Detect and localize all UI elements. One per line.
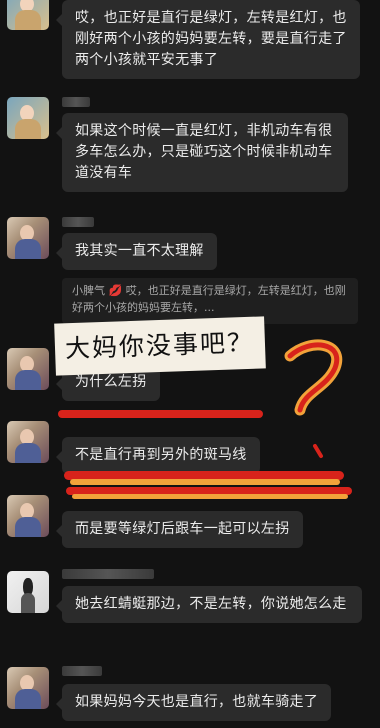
message-bubble[interactable]: 而是要等绿灯后跟车一起可以左拐 [56, 511, 303, 548]
avatar[interactable] [7, 421, 49, 463]
avatar[interactable] [7, 667, 49, 709]
heart-lips-icon: 💋 [108, 284, 123, 297]
sender-name [62, 666, 102, 676]
message-bubble[interactable]: 她去红蜻蜓那边，不是左转，你说她怎么走 [56, 586, 362, 623]
message-bubble[interactable]: 不是直行再到另外的斑马线 [56, 437, 260, 474]
red-underline-scribble [58, 410, 263, 418]
avatar[interactable] [7, 495, 49, 537]
avatar[interactable] [7, 97, 49, 139]
quote-sender: 小脾气 [72, 284, 105, 297]
sender-name [62, 217, 94, 227]
avatar[interactable] [7, 571, 49, 613]
orange-underline-scribble [72, 494, 348, 499]
quoted-message[interactable]: 小脾气 💋 哎，也正好是直行是绿灯，左转是红灯，也刚好两个小孩的妈妈要左转，..… [62, 278, 358, 324]
message-bubble[interactable]: 如果妈妈今天也是直行，也就车骑走了 [55, 684, 332, 721]
handwritten-annotation: 大妈你没事吧？ [54, 316, 266, 376]
avatar[interactable] [7, 217, 49, 259]
message-bubble[interactable]: 我其实一直不太理解 [56, 233, 217, 270]
sender-name [62, 97, 90, 107]
avatar[interactable] [7, 348, 49, 390]
message-bubble[interactable]: 如果这个时候一直是红灯，非机动车有很多车怎么办，只是碰巧这个时候非机动车道没有车 [56, 113, 348, 192]
sender-name [62, 569, 154, 579]
orange-underline-scribble [70, 479, 340, 485]
avatar[interactable] [7, 0, 49, 30]
message-bubble[interactable]: 哎，也正好是直行是绿灯，左转是红灯，也刚好两个小孩的妈妈要左转，要是直行走了两个… [56, 0, 360, 79]
